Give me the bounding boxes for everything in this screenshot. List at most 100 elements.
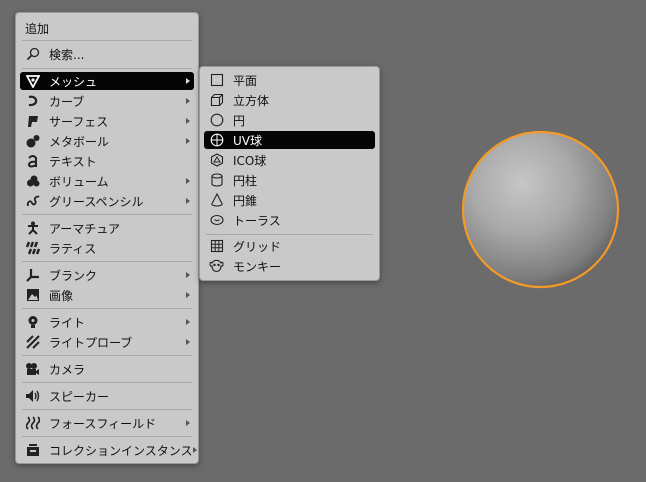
menu-item-label: カーブ xyxy=(49,94,85,109)
mesh-item-label: グリッド xyxy=(233,239,282,254)
cone-icon xyxy=(209,193,224,208)
submenu-arrow-icon xyxy=(186,272,190,278)
mesh-icon xyxy=(25,74,40,89)
mesh-item-circle[interactable]: 円 xyxy=(204,111,375,129)
volume-icon xyxy=(25,174,40,189)
plane-icon xyxy=(209,73,224,88)
menu-item-label: グリースペンシル xyxy=(49,194,144,209)
menu-item-label: カメラ xyxy=(49,362,86,377)
submenu-arrow-icon xyxy=(186,319,190,325)
mesh-item-label: 円柱 xyxy=(233,173,258,188)
menu-item-volume[interactable]: ボリューム xyxy=(20,172,194,190)
uv-sphere-icon xyxy=(209,133,224,148)
sphere-graphic xyxy=(461,130,620,289)
menu-item-label: ブランク xyxy=(49,268,98,283)
search-item[interactable]: 検索... xyxy=(20,45,194,63)
submenu-arrow-icon xyxy=(186,118,190,124)
menu-item-curve[interactable]: カーブ xyxy=(20,92,194,110)
text-icon xyxy=(25,154,40,169)
mesh-item-grid[interactable]: グリッド xyxy=(204,237,375,255)
menu-item-label: ボリューム xyxy=(49,174,109,189)
menu-title: 追加 xyxy=(25,22,50,36)
collection-icon xyxy=(25,443,40,458)
torus-icon xyxy=(209,213,224,228)
mesh-item-plane[interactable]: 平面 xyxy=(204,71,375,89)
menu-item-label: コレクションインスタンス xyxy=(49,443,193,458)
mesh-item-label: ICO球 xyxy=(233,153,267,168)
menu-item-label: フォースフィールド xyxy=(49,416,157,431)
mesh-item-label: 平面 xyxy=(233,73,258,88)
surface-icon xyxy=(25,114,40,129)
curve-icon xyxy=(25,94,40,109)
image-icon xyxy=(25,288,40,303)
monkey-icon xyxy=(209,259,224,274)
menu-item-surface[interactable]: サーフェス xyxy=(20,112,194,130)
add-menu: 追加 検索... メッシュ カーブ サーフェス メタボール テキスト ボリューム… xyxy=(15,12,199,464)
menu-item-metaball[interactable]: メタボール xyxy=(20,132,194,150)
menu-item-lattice[interactable]: ラティス xyxy=(20,239,194,257)
empty-icon xyxy=(25,268,40,283)
metaball-icon xyxy=(25,134,40,149)
menu-item-collection-instance[interactable]: コレクションインスタンス xyxy=(20,441,197,459)
mesh-submenu: 平面 立方体 円 UV球 ICO球 円柱 円錐 トーラス グリッド モンキー xyxy=(199,66,380,281)
menu-item-label: ライト xyxy=(49,315,86,330)
submenu-arrow-icon xyxy=(186,198,190,204)
menu-item-light[interactable]: ライト xyxy=(20,313,194,331)
menu-item-light-probe[interactable]: ライトプローブ xyxy=(20,333,194,351)
menu-item-armature[interactable]: アーマチュア xyxy=(20,219,194,237)
cube-icon xyxy=(209,93,224,108)
circle-icon xyxy=(209,113,224,128)
separator xyxy=(22,355,192,356)
menu-item-speaker[interactable]: スピーカー xyxy=(20,387,194,405)
selected-sphere-object[interactable] xyxy=(461,130,620,289)
grease-pencil-icon xyxy=(25,194,40,209)
lattice-icon xyxy=(25,241,40,256)
mesh-item-ico-sphere[interactable]: ICO球 xyxy=(204,151,375,169)
force-field-icon xyxy=(25,416,40,431)
mesh-item-cone[interactable]: 円錐 xyxy=(204,191,375,209)
mesh-item-label: モンキー xyxy=(233,259,282,274)
mesh-item-torus[interactable]: トーラス xyxy=(204,211,375,229)
light-icon xyxy=(25,315,40,330)
menu-item-label: メタボール xyxy=(49,134,110,149)
mesh-item-cylinder[interactable]: 円柱 xyxy=(204,171,375,189)
ico-sphere-icon xyxy=(209,153,224,168)
menu-item-image[interactable]: 画像 xyxy=(20,286,194,304)
mesh-item-monkey[interactable]: モンキー xyxy=(204,257,375,275)
submenu-arrow-icon xyxy=(186,138,190,144)
separator xyxy=(22,40,192,41)
menu-item-empty[interactable]: ブランク xyxy=(20,266,194,284)
separator xyxy=(22,382,192,383)
menu-item-camera[interactable]: カメラ xyxy=(20,360,194,378)
submenu-arrow-icon xyxy=(186,78,190,84)
mesh-item-label: 立方体 xyxy=(233,93,270,108)
mesh-item-label: 円 xyxy=(233,113,246,128)
separator xyxy=(22,214,192,215)
menu-item-label: ライトプローブ xyxy=(49,335,133,350)
menu-item-label: メッシュ xyxy=(49,74,98,89)
menu-item-label: サーフェス xyxy=(49,114,109,129)
menu-item-label: テキスト xyxy=(49,154,97,169)
separator xyxy=(22,261,192,262)
menu-item-grease-pencil[interactable]: グリースペンシル xyxy=(20,192,194,210)
mesh-item-label: 円錐 xyxy=(233,193,258,208)
menu-item-label: スピーカー xyxy=(49,389,110,404)
camera-icon xyxy=(25,362,40,377)
mesh-item-cube[interactable]: 立方体 xyxy=(204,91,375,109)
separator xyxy=(22,436,192,437)
submenu-arrow-icon xyxy=(186,292,190,298)
menu-item-mesh[interactable]: メッシュ xyxy=(20,72,194,90)
submenu-arrow-icon xyxy=(186,339,190,345)
search-label: 検索... xyxy=(49,47,85,62)
submenu-arrow-icon xyxy=(186,178,190,184)
menu-item-force-field[interactable]: フォースフィールド xyxy=(20,414,194,432)
menu-item-text[interactable]: テキスト xyxy=(20,152,194,170)
light-probe-icon xyxy=(25,335,40,350)
separator xyxy=(22,409,192,410)
submenu-arrow-icon xyxy=(186,98,190,104)
mesh-item-uv-sphere[interactable]: UV球 xyxy=(204,131,375,149)
search-icon xyxy=(25,47,40,62)
separator xyxy=(22,308,192,309)
mesh-item-label: UV球 xyxy=(233,133,262,148)
separator xyxy=(206,234,373,235)
